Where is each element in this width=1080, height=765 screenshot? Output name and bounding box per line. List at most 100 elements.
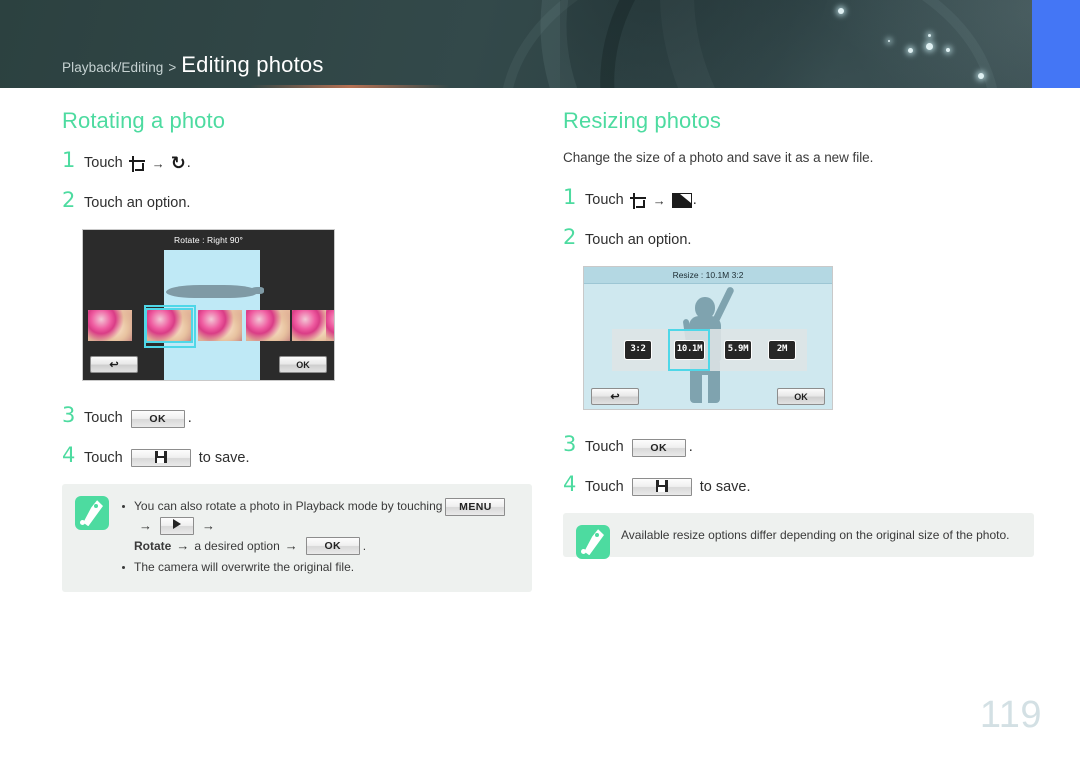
step-verb: Touch [585,192,624,208]
play-icon [173,518,181,529]
note-bullet: You can also rotate a photo in Playback … [120,497,516,556]
note-text: a desired option [194,538,280,553]
step-suffix: . [692,192,697,208]
step-suffix: to save. [699,478,751,495]
step-resize-1: 1 Touch → . [563,187,1038,211]
rotate-screen-title: Rotate : Right 90° [174,235,243,246]
sparkle-icon [888,40,890,42]
page-content: Rotating a photo 1 Touch → ↻ . 2 Touch a… [0,88,1080,765]
section-intro-resizing: Change the size of a photo and save it a… [563,150,874,165]
step-suffix: . [688,439,693,456]
arrow-glyph: → [176,537,190,553]
step-number: 3 [62,403,76,428]
resize-option-2m[interactable]: 2M [768,340,796,361]
back-button[interactable]: ↩ [591,388,639,406]
step-text: Touch an option. [84,194,191,211]
rotate-screen: Rotate : Right 90° ↩ OK [82,229,335,382]
rotate-preview-area [83,250,334,305]
section-title-rotating: Rotating a photo [62,108,226,133]
resize-icon [671,193,692,209]
ok-key-glyph: OK [130,409,185,428]
note-text: Available resize options differ dependin… [621,528,1010,543]
rotate-thumbnail-strip[interactable] [83,305,334,349]
step-text: Touch an option. [585,231,692,248]
breadcrumb-separator: > [168,60,177,75]
arrow-glyph: → [202,517,215,533]
resize-option-5-9m[interactable]: 5.9M [724,340,752,361]
thumbnail-item[interactable] [88,310,132,342]
sparkle-icon [838,8,844,14]
thumbnail-item[interactable] [198,310,242,342]
sparkle-icon [928,34,931,37]
step-resize-4: 4 Touch to save. [563,473,1038,498]
rotate-screen-bottombar: ↩ OK [83,350,334,380]
crop-icon [128,155,146,172]
ok-button[interactable]: OK [279,356,327,374]
preview-silhouette [166,285,264,299]
resize-option-selection-frame [668,329,710,372]
step-rotate-1: 1 Touch → ↻ . [62,150,532,174]
step-text: Touch → . [585,191,697,211]
crop-icon [629,192,647,209]
step-text: Touch OK . [84,409,192,429]
note-bullet-list: You can also rotate a photo in Playback … [120,497,516,576]
step-verb: Touch [84,410,123,427]
resize-screen: Resize : 10.1M 3:2 3:2 10.1M 5.9M 2M ↩ O… [583,266,833,411]
breadcrumb-parent[interactable]: Playback/Editing [62,60,163,75]
step-suffix: . [186,155,191,171]
header-blue-tab [1032,0,1080,88]
page-title: Editing photos [181,52,324,77]
step-number: 1 [563,185,577,209]
arrow-glyph: → [139,517,152,533]
page-number: 119 [979,694,1042,736]
note-box-rotate: You can also rotate a photo in Playback … [62,484,532,592]
ok-key-glyph: OK [631,438,686,457]
step-number: 1 [62,148,76,172]
step-resize-2: 2 Touch an option. [563,224,1038,251]
ok-key-glyph: OK [305,537,360,556]
breadcrumb: Playback/Editing > Editing photos [62,52,324,78]
step-rotate-3: 3 Touch OK . [62,405,532,429]
step-number: 2 [563,224,577,249]
sparkle-icon [978,73,984,79]
save-key-glyph [130,449,191,468]
step-rotate-2: 2 Touch an option. [62,187,532,214]
rotate-icon: ↻ [170,152,186,174]
step-verb: Touch [585,478,624,495]
thumbnail-item[interactable] [326,310,334,342]
quill-note-icon [75,496,109,531]
ok-button[interactable]: OK [777,388,825,406]
thumbnail-item[interactable] [246,310,290,342]
step-text: Touch to save. [84,449,249,469]
resize-screen-title: Resize : 10.1M 3:2 [672,270,744,281]
note-bullet: The camera will overwrite the original f… [120,558,516,577]
thumbnail-selection-frame [144,305,196,349]
step-text: Touch → ↻ . [84,154,191,174]
back-button[interactable]: ↩ [90,356,138,374]
page-header: Playback/Editing > Editing photos [0,0,1080,88]
step-verb: Touch [84,449,123,466]
step-text: Touch to save. [585,478,750,498]
header-wedge-decoration [560,0,860,88]
playback-key-glyph [160,516,194,535]
step-suffix: to save. [198,449,250,466]
sparkle-icon [908,48,913,53]
note-bold-term: Rotate [134,538,172,553]
sparkle-icon [946,48,950,52]
resize-options-bar: 3:2 10.1M 5.9M 2M [612,329,807,372]
step-rotate-4: 4 Touch to save. [62,442,532,469]
step-verb: Touch [585,439,624,456]
step-suffix: . [187,410,192,427]
step-number: 2 [62,187,76,212]
save-icon [154,451,167,464]
arrow-glyph: → [652,193,666,208]
step-number: 4 [62,442,76,467]
resize-screen-titlebar: Resize : 10.1M 3:2 [584,267,832,285]
left-column: Rotating a photo 1 Touch → ↻ . 2 Touch a… [62,108,532,592]
save-key-glyph [631,478,692,497]
resize-option-3-2[interactable]: 3:2 [624,340,652,361]
arrow-glyph: → [284,537,298,553]
section-title-resizing: Resizing photos [563,108,722,133]
sparkle-icon [926,43,933,50]
step-text: Touch OK . [585,438,693,458]
